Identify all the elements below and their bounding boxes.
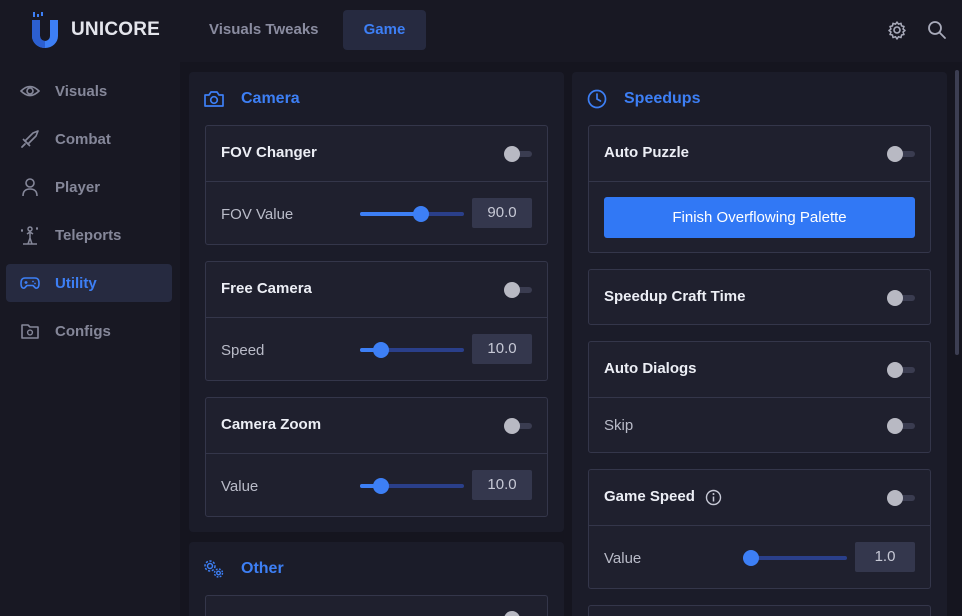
fov-value-slider[interactable]	[360, 206, 464, 222]
auto-dialogs-card: Auto Dialogs Skip	[588, 341, 931, 453]
sidebar-item-utility[interactable]: Utility	[6, 264, 172, 302]
app-name: UNICORE	[71, 19, 161, 40]
auto-dialogs-label: Auto Dialogs	[604, 360, 697, 377]
sidebar-item-configs[interactable]: Configs	[6, 312, 172, 350]
sidebar: Visuals Combat Player Teleports Utility …	[0, 62, 180, 616]
fov-changer-row: FOV Changer	[206, 126, 547, 181]
camera-zoom-row: Camera Zoom	[206, 398, 547, 453]
person-icon	[22, 178, 38, 197]
camera-panel: Camera FOV Changer FOV Value 90.0 Free C…	[189, 72, 564, 532]
gamepad-icon	[20, 277, 40, 289]
speed-input[interactable]: 10.0	[472, 334, 532, 364]
game-speed-value-label: Value	[604, 550, 642, 567]
camera-zoom-value-row: Value 10.0	[206, 453, 547, 516]
sidebar-item-label: Utility	[55, 274, 97, 292]
zoom-value-label: Value	[221, 478, 259, 495]
fov-value-input[interactable]: 90.0	[472, 198, 532, 228]
auto-puzzle-row: Auto Puzzle	[589, 126, 930, 181]
auto-puzzle-card: Auto Puzzle Finish Overflowing Palette	[588, 125, 931, 253]
slider-thumb[interactable]	[743, 550, 759, 566]
free-camera-label: Free Camera	[221, 280, 312, 297]
auto-dialogs-row: Auto Dialogs	[589, 342, 930, 397]
unicore-logo-icon	[32, 12, 58, 48]
zoom-value-slider[interactable]	[360, 478, 464, 494]
speedup-craft-time-label: Speedup Craft Time	[604, 288, 746, 305]
sidebar-item-combat[interactable]: Combat	[6, 120, 172, 158]
camera-panel-header: Camera	[203, 88, 300, 110]
game-speed-input[interactable]: 1.0	[855, 542, 915, 572]
other-panel-header: Other	[203, 558, 284, 580]
tab-game[interactable]: Game	[343, 10, 426, 50]
top-bar: UNICORE Visuals Tweaks Game	[0, 0, 962, 62]
gears-icon	[204, 560, 224, 578]
clock-icon	[587, 89, 607, 109]
game-speed-label: Game Speed	[604, 488, 695, 505]
sidebar-item-label: Visuals	[55, 82, 108, 100]
eye-icon	[20, 85, 40, 97]
folder-gear-icon	[21, 324, 39, 339]
fov-changer-card: FOV Changer FOV Value 90.0	[205, 125, 548, 245]
game-speed-row: Game Speed	[589, 470, 930, 525]
fov-value-row: FOV Value 90.0	[206, 181, 547, 244]
free-camera-toggle[interactable]	[504, 282, 534, 298]
sidebar-item-player[interactable]: Player	[6, 168, 172, 206]
other-panel: Other	[189, 542, 564, 616]
sidebar-item-visuals[interactable]: Visuals	[6, 72, 172, 110]
sword-icon	[21, 130, 39, 148]
auto-puzzle-label: Auto Puzzle	[604, 144, 689, 161]
sidebar-item-label: Teleports	[55, 226, 122, 244]
speedups-panel-header: Speedups	[586, 88, 700, 110]
finish-overflowing-palette-button[interactable]: Finish Overflowing Palette	[604, 197, 915, 238]
skip-label: Skip	[604, 417, 634, 434]
game-speed-value-row: Value 1.0	[589, 525, 930, 588]
other-first-card	[205, 595, 548, 616]
speed-slider[interactable]	[360, 342, 464, 358]
next-speedup-card	[588, 605, 931, 616]
speedup-craft-time-row: Speedup Craft Time	[589, 270, 930, 324]
auto-puzzle-toggle[interactable]	[887, 146, 917, 162]
speedups-panel: Speedups Auto Puzzle Finish Overflowing …	[572, 72, 947, 616]
sidebar-item-label: Configs	[55, 322, 111, 340]
skip-toggle[interactable]	[887, 418, 917, 434]
skip-row: Skip	[589, 397, 930, 452]
game-speed-card: Game Speed Value 1.0	[588, 469, 931, 589]
panel-title: Speedups	[624, 90, 701, 107]
fov-changer-toggle[interactable]	[504, 146, 534, 162]
auto-dialogs-toggle[interactable]	[887, 362, 917, 378]
tab-visuals-tweaks[interactable]: Visuals Tweaks	[209, 10, 319, 50]
app-logo: UNICORE	[30, 12, 160, 48]
panel-title: Other	[241, 560, 284, 577]
game-speed-slider[interactable]	[743, 550, 847, 566]
slider-thumb[interactable]	[373, 478, 390, 494]
sidebar-item-label: Combat	[55, 130, 111, 148]
speed-label: Speed	[221, 342, 265, 359]
camera-zoom-label: Camera Zoom	[221, 416, 322, 433]
sidebar-item-label: Player	[55, 178, 101, 196]
camera-zoom-toggle[interactable]	[504, 418, 534, 434]
free-camera-card: Free Camera Speed 10.0	[205, 261, 548, 381]
info-icon[interactable]	[705, 489, 722, 506]
speedup-craft-time-toggle[interactable]	[887, 290, 917, 306]
camera-icon	[204, 91, 224, 107]
slider-thumb[interactable]	[373, 342, 390, 358]
game-speed-toggle[interactable]	[887, 490, 917, 506]
slider-thumb[interactable]	[412, 206, 429, 222]
zoom-value-input[interactable]: 10.0	[472, 470, 532, 500]
sidebar-item-teleports[interactable]: Teleports	[6, 216, 172, 254]
panel-title: Camera	[241, 90, 300, 107]
camera-zoom-card: Camera Zoom Value 10.0	[205, 397, 548, 517]
free-camera-speed-row: Speed 10.0	[206, 317, 547, 380]
scrollbar[interactable]	[955, 70, 959, 355]
speedup-craft-time-card: Speedup Craft Time	[588, 269, 931, 325]
search-icon[interactable]	[927, 20, 947, 40]
fov-changer-label: FOV Changer	[221, 144, 317, 161]
gear-icon[interactable]	[887, 20, 907, 40]
free-camera-row: Free Camera	[206, 262, 547, 317]
auto-puzzle-action-row: Finish Overflowing Palette	[589, 181, 930, 252]
fov-value-label: FOV Value	[221, 206, 294, 223]
teleport-icon	[21, 226, 38, 245]
